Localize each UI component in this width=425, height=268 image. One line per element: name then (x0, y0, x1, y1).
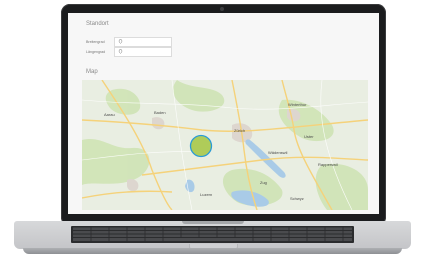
latitude-row: Breitengrad (86, 36, 172, 47)
screen: Standort Breitengrad Längengrad Map Aara… (68, 13, 379, 214)
place-label: Rapperswil (318, 162, 338, 167)
laptop-deck (14, 221, 411, 249)
place-label: Luzern (200, 192, 212, 197)
keyboard (71, 226, 354, 243)
laptop-base (14, 221, 411, 256)
webcam-icon (220, 7, 224, 11)
place-label: Baden (154, 110, 166, 115)
location-form-page: Standort Breitengrad Längengrad Map Aara… (68, 13, 379, 214)
standort-heading: Standort (86, 21, 109, 27)
longitude-label: Längengrad (86, 49, 106, 54)
place-label: Zürich (234, 128, 245, 133)
location-marker[interactable] (189, 134, 213, 158)
map-canvas: Aarau Zürich Winterthur Baden Zug Luzern… (82, 80, 368, 210)
laptop-bottom-lip (23, 248, 402, 254)
location-pin-icon (118, 39, 123, 44)
place-label: Winterthur (288, 102, 307, 107)
map-green-areas (82, 80, 368, 210)
map-heading: Map (86, 69, 98, 75)
latitude-input[interactable] (114, 36, 172, 47)
longitude-row: Längengrad (86, 46, 172, 57)
map-view[interactable]: Aarau Zürich Winterthur Baden Zug Luzern… (82, 80, 368, 210)
place-label: Schwyz (290, 196, 304, 201)
hinge-notch (182, 221, 244, 224)
keyboard-keys (73, 227, 352, 242)
place-label: Aarau (104, 112, 115, 117)
place-label: Wädenswil (268, 150, 287, 155)
longitude-input[interactable] (114, 46, 172, 57)
location-pin-icon (118, 49, 123, 54)
laptop-screen-bezel: Standort Breitengrad Längengrad Map Aara… (61, 4, 386, 226)
place-label: Uster (304, 134, 314, 139)
place-label: Zug (260, 180, 267, 185)
latitude-label: Breitengrad (86, 39, 105, 44)
